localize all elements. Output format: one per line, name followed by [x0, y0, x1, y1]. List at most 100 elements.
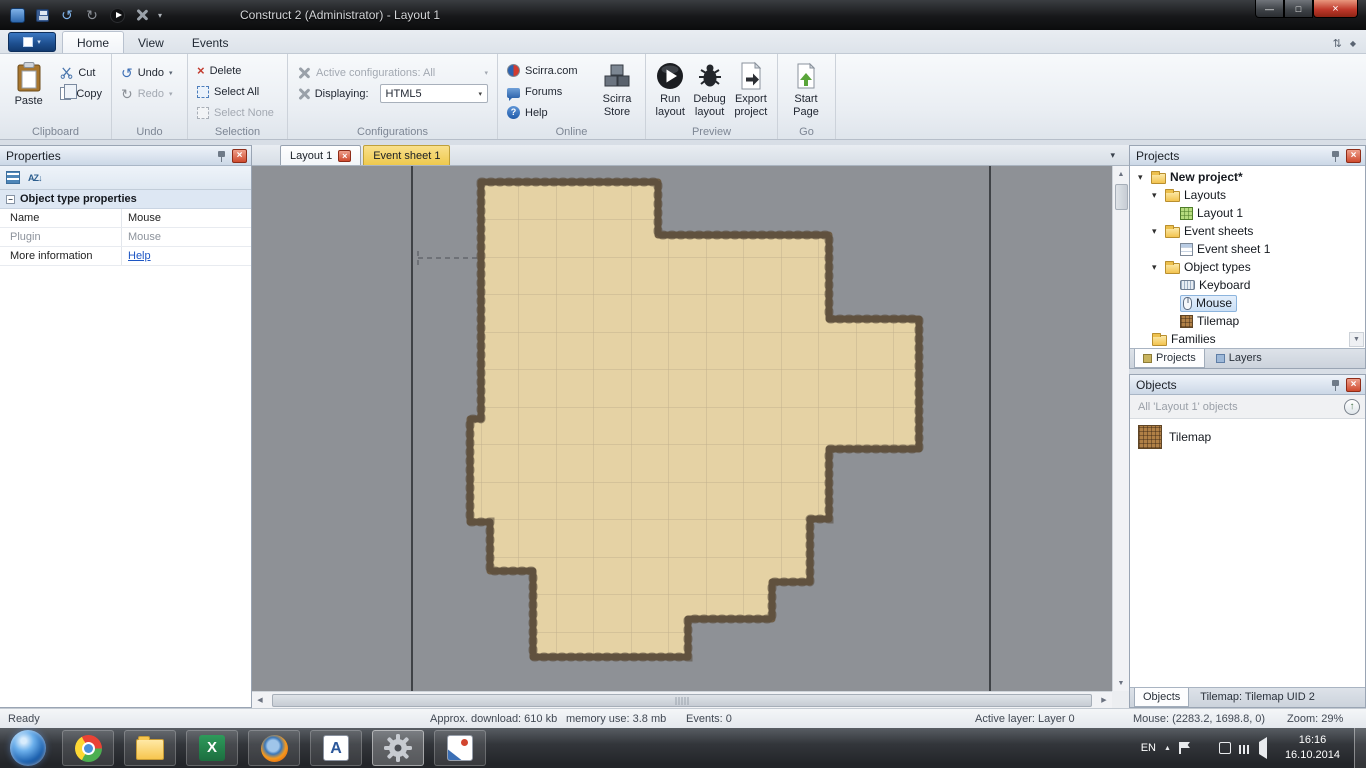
properties-section-header[interactable]: − Object type properties	[0, 190, 251, 209]
action-center-icon[interactable]	[1178, 742, 1191, 754]
delete-button[interactable]: × Delete	[193, 60, 282, 81]
start-button[interactable]	[10, 730, 46, 766]
close-projects-icon[interactable]: ×	[1346, 148, 1361, 163]
tab-projects[interactable]: Projects	[1134, 349, 1205, 368]
projects-tab-icon	[1143, 353, 1152, 363]
expander-icon[interactable]: ▾	[1138, 172, 1147, 183]
tree-item-mouse[interactable]: Mouse	[1130, 294, 1365, 312]
preview-button[interactable]	[108, 6, 126, 24]
active-configurations-button[interactable]: Active configurations: All ▾	[293, 62, 492, 83]
minimize-button[interactable]: —	[1255, 0, 1284, 18]
pin-icon[interactable]	[1330, 150, 1341, 162]
expander-icon[interactable]: ▾	[1152, 190, 1161, 201]
pin-icon[interactable]	[1330, 379, 1341, 391]
tree-item-layout-1[interactable]: Layout 1	[1130, 204, 1365, 222]
tree-item-new-project[interactable]: ▾ New project*	[1130, 168, 1365, 186]
taskbar-construct2-button[interactable]	[372, 730, 424, 766]
taskbar-excel-button[interactable]	[186, 730, 238, 766]
scirra-store-button[interactable]: Scirra Store	[594, 58, 640, 124]
tilemap-shape[interactable]	[462, 174, 932, 669]
start-page-button[interactable]: Start Page	[783, 58, 829, 118]
redo-button[interactable]: ↻	[83, 6, 101, 24]
tab-layers[interactable]: Layers	[1207, 349, 1271, 368]
tab-home[interactable]: Home	[62, 31, 125, 53]
cut-button[interactable]: Cut	[56, 62, 106, 83]
taskbar-chrome-button[interactable]	[62, 730, 114, 766]
property-row-plugin[interactable]: Plugin Mouse	[0, 228, 251, 247]
vertical-scrollbar[interactable]: ▲ ▼	[1112, 166, 1129, 691]
configurations-button[interactable]	[133, 6, 151, 24]
close-button[interactable]: ×	[1313, 0, 1358, 18]
close-properties-icon[interactable]: ×	[232, 148, 247, 163]
taskbar-word-button[interactable]	[310, 730, 362, 766]
layout-canvas[interactable]	[252, 166, 1112, 691]
tree-item-event-sheet-1[interactable]: Event sheet 1	[1130, 240, 1365, 258]
tab-objects[interactable]: Objects	[1134, 688, 1190, 707]
volume-icon[interactable]	[1258, 737, 1267, 759]
restore-button[interactable]: □	[1284, 0, 1313, 18]
taskbar-firefox-button[interactable]	[248, 730, 300, 766]
network-icon[interactable]	[1238, 744, 1251, 754]
expander-icon[interactable]: ▾	[1152, 226, 1161, 237]
help-link[interactable]: Help	[122, 247, 251, 265]
select-none-button[interactable]: Select None	[193, 102, 282, 123]
expander-icon[interactable]: ▾	[1152, 262, 1161, 273]
file-menu-button[interactable]: ▾	[8, 32, 56, 52]
tab-event-sheet-1[interactable]: Event sheet 1	[363, 145, 451, 165]
tab-layout-1[interactable]: Layout 1 ×	[280, 145, 362, 165]
save-button[interactable]	[33, 6, 51, 24]
filter-up-button[interactable]: ↑	[1344, 398, 1360, 415]
ribbon-options-icon[interactable]: ◆	[1350, 39, 1356, 48]
close-objects-icon[interactable]: ×	[1346, 377, 1361, 392]
scirra-com-button[interactable]: Scirra.com	[503, 60, 594, 81]
tab-list-dropdown-icon[interactable]: ▾	[1110, 150, 1115, 161]
property-row-name[interactable]: Name Mouse	[0, 209, 251, 228]
tree-item-layouts[interactable]: ▾ Layouts	[1130, 186, 1365, 204]
show-desktop-button[interactable]	[1354, 728, 1366, 768]
tree-item-event-sheets[interactable]: ▾ Event sheets	[1130, 222, 1365, 240]
scroll-right-icon[interactable]: ▶	[1096, 692, 1112, 708]
close-tab-icon[interactable]: ×	[338, 149, 352, 162]
tree-item-object-types[interactable]: ▾ Object types	[1130, 258, 1365, 276]
select-all-button[interactable]: Select All	[193, 81, 282, 102]
horizontal-scroll-thumb[interactable]	[272, 693, 1092, 707]
paste-button[interactable]: Paste	[5, 58, 52, 124]
language-indicator[interactable]: EN	[1141, 742, 1156, 754]
forums-button[interactable]: Forums	[503, 81, 594, 102]
scroll-down-icon[interactable]: ▼	[1113, 675, 1129, 691]
export-project-button[interactable]: Export project	[730, 58, 772, 124]
tab-view[interactable]: View	[124, 32, 178, 53]
qat-dropdown-icon[interactable]: ▾	[158, 11, 162, 20]
app-icon[interactable]	[8, 6, 26, 24]
undo-ribbon-button[interactable]: ↺ Undo ▾	[117, 62, 182, 83]
help-button[interactable]: ? Help	[503, 102, 594, 123]
taskbar-image-app-button[interactable]	[434, 730, 486, 766]
undo-button[interactable]: ↺	[58, 6, 76, 24]
collapse-section-icon[interactable]: −	[6, 194, 15, 204]
displaying-select[interactable]: HTML5 ▾	[379, 84, 488, 103]
categorized-view-icon[interactable]	[6, 171, 20, 184]
tree-item-tilemap[interactable]: Tilemap	[1130, 312, 1365, 330]
scroll-up-icon[interactable]: ▲	[1113, 166, 1129, 182]
run-layout-button[interactable]: Run layout	[651, 58, 689, 124]
tree-item-families[interactable]: Families	[1130, 330, 1365, 348]
taskbar-explorer-button[interactable]	[124, 730, 176, 766]
vertical-scroll-thumb[interactable]	[1114, 184, 1128, 210]
sort-az-icon[interactable]: AZ↓	[28, 173, 42, 183]
pin-icon[interactable]	[216, 150, 227, 162]
ribbon-collapse-button[interactable]: ⇅	[1333, 37, 1342, 50]
horizontal-scrollbar[interactable]: ◀ ▶	[252, 691, 1112, 708]
tree-item-keyboard[interactable]: Keyboard	[1130, 276, 1365, 294]
object-item-tilemap[interactable]: Tilemap	[1138, 425, 1365, 449]
taskbar-clock[interactable]: 16:16 16.10.2014	[1285, 733, 1340, 763]
tree-scroll-down-icon[interactable]: ▼	[1349, 332, 1364, 347]
copy-button[interactable]: Copy	[56, 83, 106, 104]
hidden-icons-arrow[interactable]: ▲	[1164, 745, 1171, 752]
redo-ribbon-button[interactable]: ↻ Redo ▾	[117, 83, 182, 104]
tab-events[interactable]: Events	[178, 32, 243, 53]
debug-layout-button[interactable]: Debug layout	[689, 58, 729, 124]
tray-app-icon[interactable]	[1218, 742, 1231, 754]
property-value-name[interactable]: Mouse	[122, 209, 251, 227]
scroll-left-icon[interactable]: ◀	[252, 692, 268, 708]
tab-tilemap-uid-2[interactable]: Tilemap: Tilemap UID 2	[1191, 688, 1324, 707]
